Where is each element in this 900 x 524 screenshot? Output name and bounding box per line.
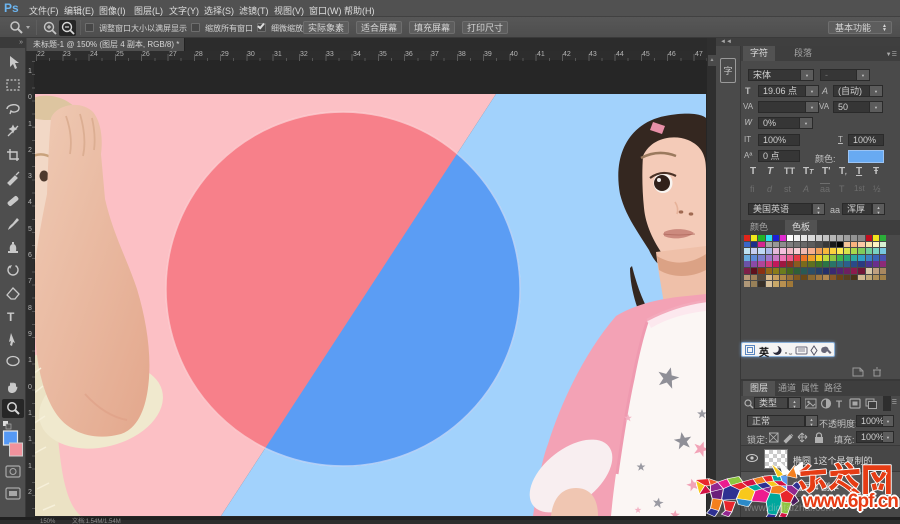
svg-text:T: T — [836, 400, 842, 411]
svg-text:T: T — [7, 310, 15, 324]
